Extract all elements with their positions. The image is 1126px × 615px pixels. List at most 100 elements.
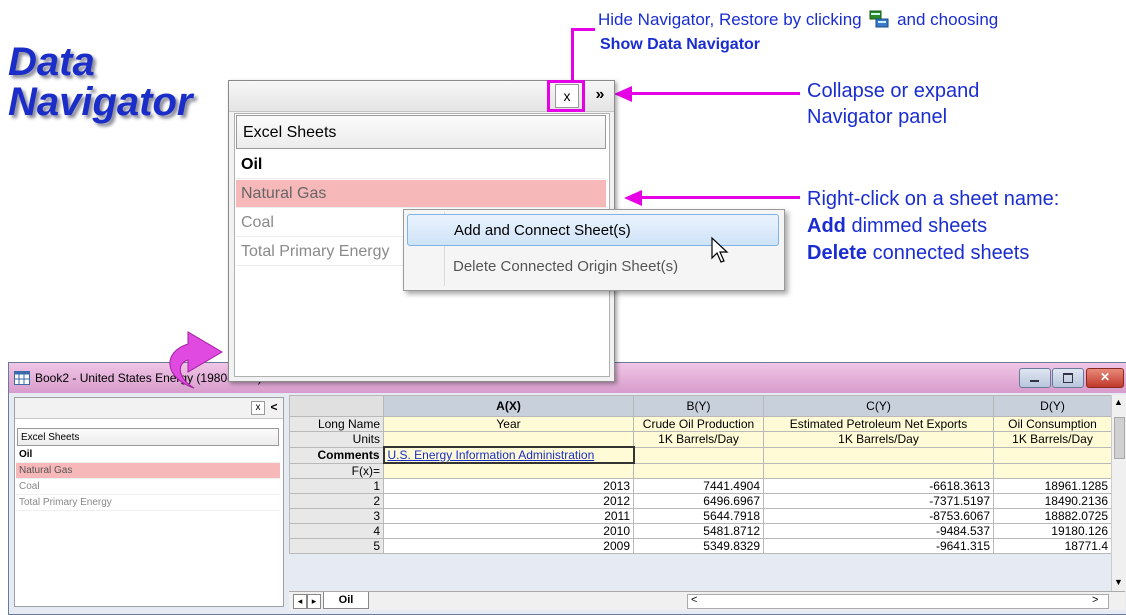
vertical-scroll-thumb[interactable] [1114, 417, 1125, 459]
row-label-fx[interactable]: F(x)= [289, 462, 384, 479]
table-row: 4 2010 5481.8712 -9484.537 19180.126 [289, 523, 1112, 539]
cell[interactable] [633, 462, 764, 479]
side-navigator: x < Excel Sheets Oil Natural Gas Coal To… [14, 397, 284, 607]
column-header-d[interactable]: D(Y) [993, 395, 1112, 417]
table-row: 3 2011 5644.7918 -8753.6067 18882.0725 [289, 508, 1112, 524]
comment-link-cell[interactable]: U.S. Energy Information Administration [382, 446, 635, 464]
cell[interactable]: -7371.5197 [763, 493, 994, 509]
maximize-button[interactable] [1052, 368, 1084, 388]
row-label-long-name[interactable]: Long Name [289, 416, 384, 432]
curved-arrow-icon [169, 331, 223, 389]
cell[interactable]: 19180.126 [993, 523, 1112, 539]
table-row: 1 2013 7441.4904 -6618.3613 18961.1285 [289, 478, 1112, 494]
cell[interactable]: 2012 [383, 493, 634, 509]
hide-annotation-line2: Show Data Navigator [600, 36, 761, 53]
cell[interactable]: Crude Oil Production [633, 416, 764, 432]
horizontal-scrollbar[interactable]: < > [687, 594, 1109, 609]
cell[interactable]: 18490.2136 [993, 493, 1112, 509]
row-number[interactable]: 2 [289, 493, 384, 509]
cell[interactable]: -9484.537 [763, 523, 994, 539]
rightclick-annotation-line1: Right-click on a sheet name: [807, 188, 1060, 210]
cell[interactable]: 1K Barrels/Day [633, 431, 764, 448]
cell[interactable] [993, 462, 1112, 479]
cell[interactable] [763, 462, 994, 479]
cell[interactable]: 5644.7918 [633, 508, 764, 524]
corner-cell[interactable] [289, 395, 384, 417]
rightclick-annotation: Right-click on a sheet name: Add dimmed … [807, 186, 1059, 267]
workbook-icon [14, 371, 30, 390]
side-sheet-coal[interactable]: Coal [16, 479, 280, 495]
cell[interactable] [763, 446, 994, 464]
row-number[interactable]: 1 [289, 478, 384, 494]
cell[interactable]: 5349.8329 [633, 538, 764, 554]
window-close-button[interactable]: ✕ [1086, 368, 1124, 388]
side-collapse-button[interactable]: < [267, 400, 281, 415]
sheet-tab-oil[interactable]: Oil [323, 592, 369, 609]
row-number[interactable]: 4 [289, 523, 384, 539]
scroll-up-icon[interactable]: ▲ [1114, 397, 1123, 407]
collapse-annotation-line1: Collapse or expand [807, 80, 980, 102]
cell[interactable]: -6618.3613 [763, 478, 994, 494]
cell[interactable] [633, 446, 764, 464]
cell[interactable]: Estimated Petroleum Net Exports [763, 416, 994, 432]
table-row: 5 2009 5349.8329 -9641.315 18771.4 [289, 538, 1112, 554]
rightclick-arrow-line [640, 196, 800, 199]
cell[interactable]: 1K Barrels/Day [763, 431, 994, 448]
worksheet-grid: A(X) B(Y) C(Y) D(Y) Long Name Year Crude… [289, 395, 1112, 554]
tab-next-icon[interactable]: ▸ [307, 594, 321, 609]
row-number[interactable]: 5 [289, 538, 384, 554]
side-sheet-oil[interactable]: Oil [16, 447, 280, 463]
row-number[interactable]: 3 [289, 508, 384, 524]
cell[interactable]: 2010 [383, 523, 634, 539]
hscroll-left-icon[interactable]: < [691, 594, 697, 606]
hscroll-right-icon[interactable]: > [1092, 594, 1098, 606]
column-header-b[interactable]: B(Y) [633, 395, 764, 417]
hide-annotation: Hide Navigator, Restore by clicking and … [598, 10, 998, 33]
rightclick-annotation-line2: Add dimmed sheets [807, 213, 1059, 240]
side-sheet-total-primary-energy[interactable]: Total Primary Energy [16, 495, 280, 511]
cell[interactable] [383, 462, 634, 479]
cell[interactable]: 18771.4 [993, 538, 1112, 554]
mouse-cursor-icon [711, 236, 729, 263]
row-label-units[interactable]: Units [289, 431, 384, 448]
cell[interactable]: 1K Barrels/Day [993, 431, 1112, 448]
collapse-annotation-line2: Navigator panel [807, 106, 948, 128]
column-header-c[interactable]: C(Y) [763, 395, 994, 417]
cell[interactable]: Oil Consumption [993, 416, 1112, 432]
sheet-item-oil[interactable]: Oil [236, 151, 606, 179]
cell[interactable]: 6496.6967 [633, 493, 764, 509]
row-label-comments[interactable]: Comments [289, 446, 384, 464]
scroll-down-icon[interactable]: ▼ [1114, 577, 1123, 587]
cell[interactable] [383, 431, 634, 448]
heading-line2: Navigator [8, 80, 193, 124]
add-rest: dimmed sheets [845, 215, 988, 237]
side-close-button[interactable]: x [251, 401, 265, 415]
cell[interactable]: Year [383, 416, 634, 432]
cell[interactable]: -9641.315 [763, 538, 994, 554]
navigator-expand-button[interactable]: » [589, 84, 611, 108]
workbook-window: Book2 - United States Energy (1980-2013)… [8, 362, 1126, 615]
side-sheet-natural-gas[interactable]: Natural Gas [16, 463, 280, 479]
cell[interactable]: 2009 [383, 538, 634, 554]
cell[interactable]: 18882.0725 [993, 508, 1112, 524]
navigator-panel-header: Excel Sheets [236, 115, 606, 149]
data-navigator-icon [869, 10, 889, 33]
cell[interactable]: 18961.1285 [993, 478, 1112, 494]
cell[interactable] [993, 446, 1112, 464]
column-header-a[interactable]: A(X) [383, 395, 634, 417]
cell[interactable]: 5481.8712 [633, 523, 764, 539]
cell[interactable]: -8753.6067 [763, 508, 994, 524]
cell[interactable]: 7441.4904 [633, 478, 764, 494]
rightclick-annotation-line3: Delete connected sheets [807, 240, 1059, 267]
rightclick-arrow-head [624, 190, 642, 206]
bracket-connector [572, 28, 595, 31]
cell[interactable]: 2011 [383, 508, 634, 524]
cell[interactable]: 2013 [383, 478, 634, 494]
delete-keyword: Delete [807, 242, 868, 264]
vertical-scrollbar[interactable]: ▲ ▼ [1111, 395, 1126, 591]
tab-prev-icon[interactable]: ◂ [293, 594, 307, 609]
delete-rest: connected sheets [867, 242, 1030, 264]
minimize-button[interactable] [1019, 368, 1051, 388]
context-menu: Add and Connect Sheet(s) Delete Connecte… [403, 209, 785, 291]
sheet-item-natural-gas[interactable]: Natural Gas [236, 180, 606, 208]
